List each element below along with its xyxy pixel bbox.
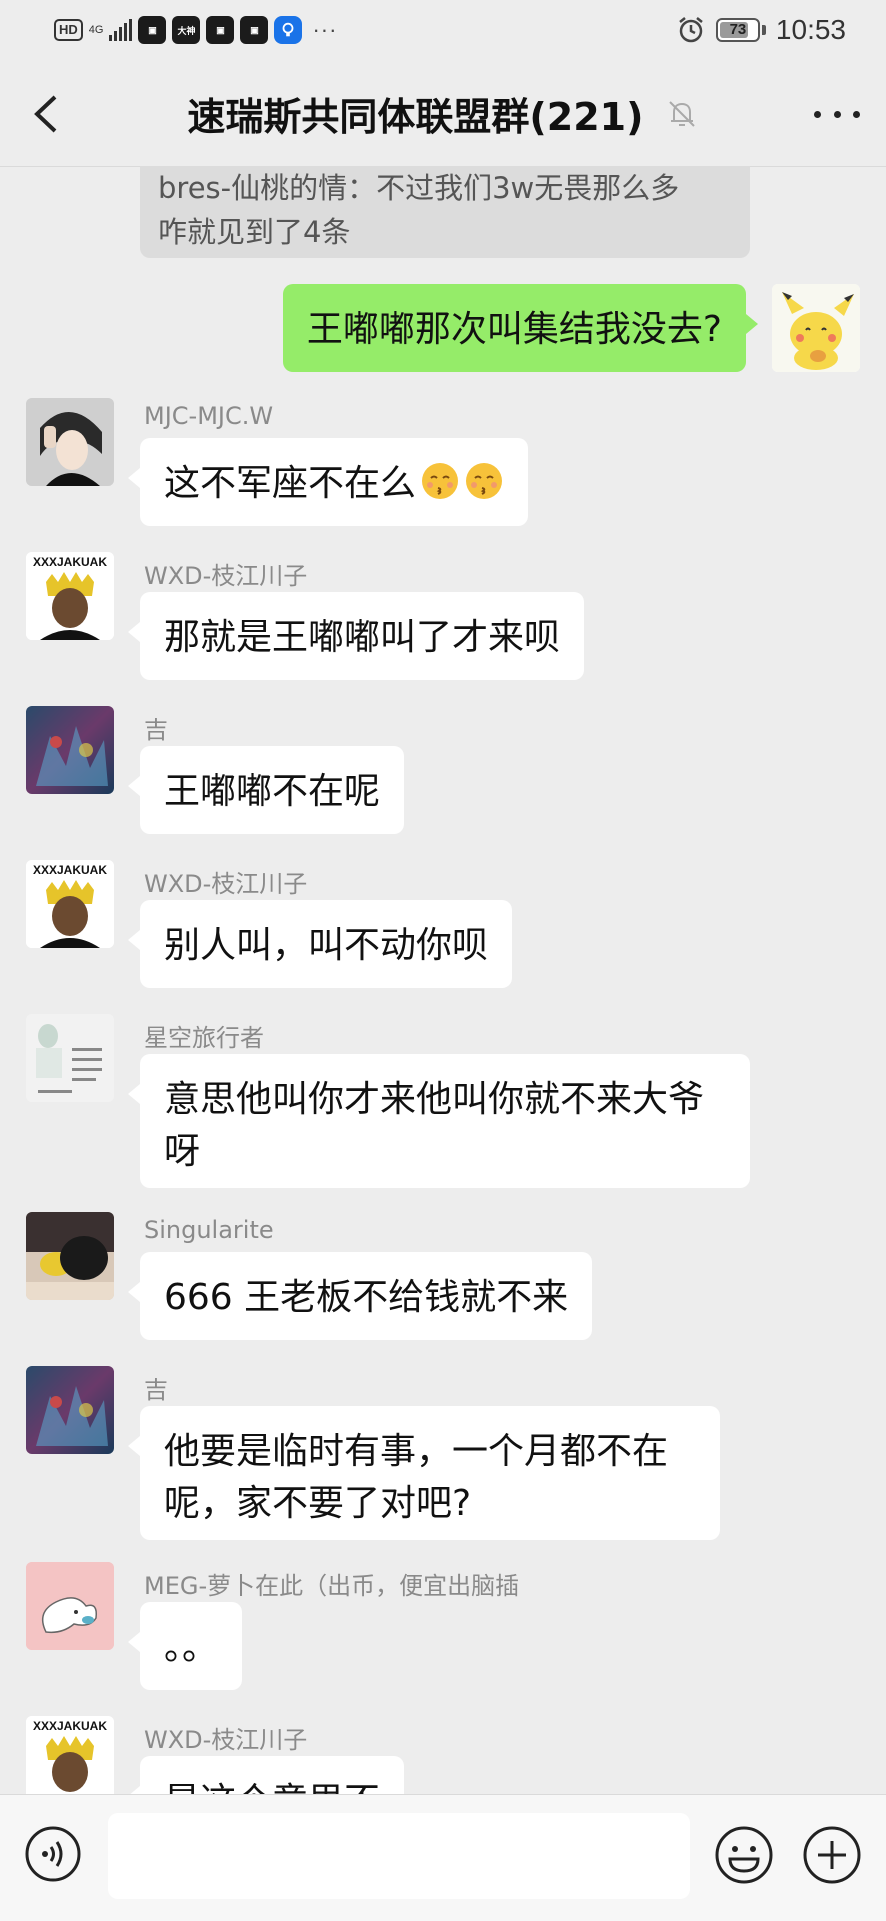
message-text: 那就是王嘟嘟叫了才来呗 xyxy=(164,617,561,658)
pikachu-avatar-icon xyxy=(772,284,860,372)
avatar-image xyxy=(26,1562,114,1650)
sender-name: WXD-枝江川子 xyxy=(144,1726,308,1754)
avatar-image xyxy=(26,1366,114,1454)
sender-name: 吉 xyxy=(144,1376,168,1404)
sender-avatar[interactable]: XXXJAKUAK xyxy=(26,860,114,948)
more-notifications-icon: ··· xyxy=(312,17,338,42)
plus-circle-icon[interactable] xyxy=(802,1825,862,1885)
app-notification-icon: ▣ xyxy=(206,16,235,44)
kissing-face-icon xyxy=(466,463,503,499)
svg-text:XXXJAKUAK: XXXJAKUAK xyxy=(33,863,107,877)
message-bubble[interactable]: 。。 xyxy=(127,1602,243,1690)
app-notification-icon: ▣ xyxy=(138,16,167,44)
sender-avatar[interactable] xyxy=(26,1366,114,1454)
battery-icon: 73 xyxy=(715,18,760,42)
chat-header: 速瑞斯共同体联盟群(221) xyxy=(0,62,886,167)
smiley-icon[interactable] xyxy=(714,1825,774,1885)
sender-name: MJC-MJC.W xyxy=(144,402,274,430)
sender-name: MEG-萝卜在此（出币，便宜出脑插 xyxy=(144,1572,520,1600)
hd-badge: HD xyxy=(54,19,83,41)
message-text: 。。 xyxy=(164,1627,219,1668)
sender-name: 星空旅行者 xyxy=(144,1024,264,1052)
message-text: 666 王老板不给钱就不来 xyxy=(164,1277,569,1318)
dot xyxy=(814,110,821,118)
sender-avatar[interactable]: XXXJAKUAK xyxy=(26,552,114,640)
message-text: 王嘟嘟不在呢 xyxy=(164,771,381,812)
sender-avatar[interactable] xyxy=(26,1212,114,1300)
input-bar xyxy=(0,1794,886,1921)
bell-muted-icon xyxy=(668,100,695,127)
avatar-image: XXXJAKUAK xyxy=(26,860,114,948)
chat-messages[interactable]: bres-仙桃的情：不过我们3w无畏那么多 咋就见到了4条 王嘟嘟那次叫集结我没… xyxy=(0,166,886,1794)
avatar-image xyxy=(26,398,114,486)
sender-avatar[interactable]: XXXJAKUAK xyxy=(26,1716,114,1794)
dot xyxy=(853,110,860,118)
avatar-image xyxy=(26,1014,114,1102)
sender-avatar[interactable] xyxy=(26,1562,114,1650)
dot xyxy=(833,110,841,118)
message-bubble[interactable]: 意思他叫你才来他叫你就不来大爷 呀 xyxy=(128,1054,750,1188)
my-avatar[interactable] xyxy=(772,284,860,372)
more-menu-button[interactable] xyxy=(814,104,860,124)
svg-text:XXXJAKUAK: XXXJAKUAK xyxy=(33,555,107,569)
battery-tip xyxy=(761,25,766,35)
sender-avatar[interactable] xyxy=(26,706,114,794)
status-left: HD 4G ▣ 大神 ▣ ▣ ··· xyxy=(54,16,337,44)
message-text: 呢，家不要了对吧? xyxy=(164,1483,472,1524)
message-bubble[interactable]: 666 王老板不给钱就不来 xyxy=(127,1252,593,1340)
alarm-icon xyxy=(679,17,703,43)
battery-level: 73 xyxy=(729,21,747,38)
kissing-face-icon xyxy=(422,463,459,499)
sender-name: Singularite xyxy=(144,1216,274,1244)
message-text: 意思他叫你才来他叫你就不来大爷 xyxy=(164,1079,705,1120)
voice-icon[interactable] xyxy=(24,1825,82,1883)
message-text: 呀 xyxy=(164,1131,201,1172)
message-input[interactable] xyxy=(108,1813,690,1899)
message-text: 这不军座不在么 xyxy=(164,463,417,504)
message-bubble[interactable]: 是这个意思不 xyxy=(127,1756,405,1794)
sender-name: WXD-枝江川子 xyxy=(144,562,308,590)
svg-text:XXXJAKUAK: XXXJAKUAK xyxy=(33,1719,107,1733)
bulb-app-icon xyxy=(274,16,303,44)
avatar-image xyxy=(26,706,114,794)
avatar-image: XXXJAKUAK xyxy=(26,1716,114,1794)
sender-name: 吉 xyxy=(144,716,168,744)
message-text: 王嘟嘟那次叫集结我没去? xyxy=(306,309,722,350)
status-bar: HD 4G ▣ 大神 ▣ ▣ ··· 73 10:53 xyxy=(0,0,886,62)
sender-avatar[interactable] xyxy=(26,398,114,486)
sender-avatar[interactable] xyxy=(26,1014,114,1102)
avatar-image xyxy=(26,1212,114,1300)
clock: 10:53 xyxy=(775,14,846,45)
quoted-message[interactable]: bres-仙桃的情：不过我们3w无畏那么多 咋就见到了4条 xyxy=(140,166,750,258)
message-bubble[interactable]: 这不军座不在么 xyxy=(127,438,529,526)
page-title: 速瑞斯共同体联盟群(221) xyxy=(187,95,644,139)
status-right: 73 10:53 xyxy=(676,14,846,46)
app-notification-icon: ▣ xyxy=(240,16,269,44)
avatar-image: XXXJAKUAK xyxy=(26,552,114,640)
dashen-app-icon: 大神 xyxy=(172,16,201,44)
message-bubble[interactable]: 别人叫，叫不动你呗 xyxy=(127,900,513,988)
message-bubble[interactable]: 他要是临时有事，一个月都不在 呢，家不要了对吧? xyxy=(128,1406,720,1540)
my-message-bubble[interactable]: 王嘟嘟那次叫集结我没去? xyxy=(282,284,759,372)
sender-name: WXD-枝江川子 xyxy=(144,870,308,898)
message-text: 别人叫，叫不动你呗 xyxy=(164,925,489,966)
quoted-line: bres-仙桃的情：不过我们3w无畏那么多 xyxy=(158,171,680,205)
network-type: 4G xyxy=(88,23,104,36)
message-text: 他要是临时有事，一个月都不在 xyxy=(164,1431,669,1472)
quoted-line: 咋就见到了4条 xyxy=(158,215,351,249)
signal-icon xyxy=(109,19,133,41)
message-bubble[interactable]: 那就是王嘟嘟叫了才来呗 xyxy=(127,592,585,680)
title-wrap: 速瑞斯共同体联盟群(221) xyxy=(0,86,886,141)
message-text: 是这个意思不 xyxy=(164,1781,380,1794)
message-bubble[interactable]: 王嘟嘟不在呢 xyxy=(127,746,405,834)
